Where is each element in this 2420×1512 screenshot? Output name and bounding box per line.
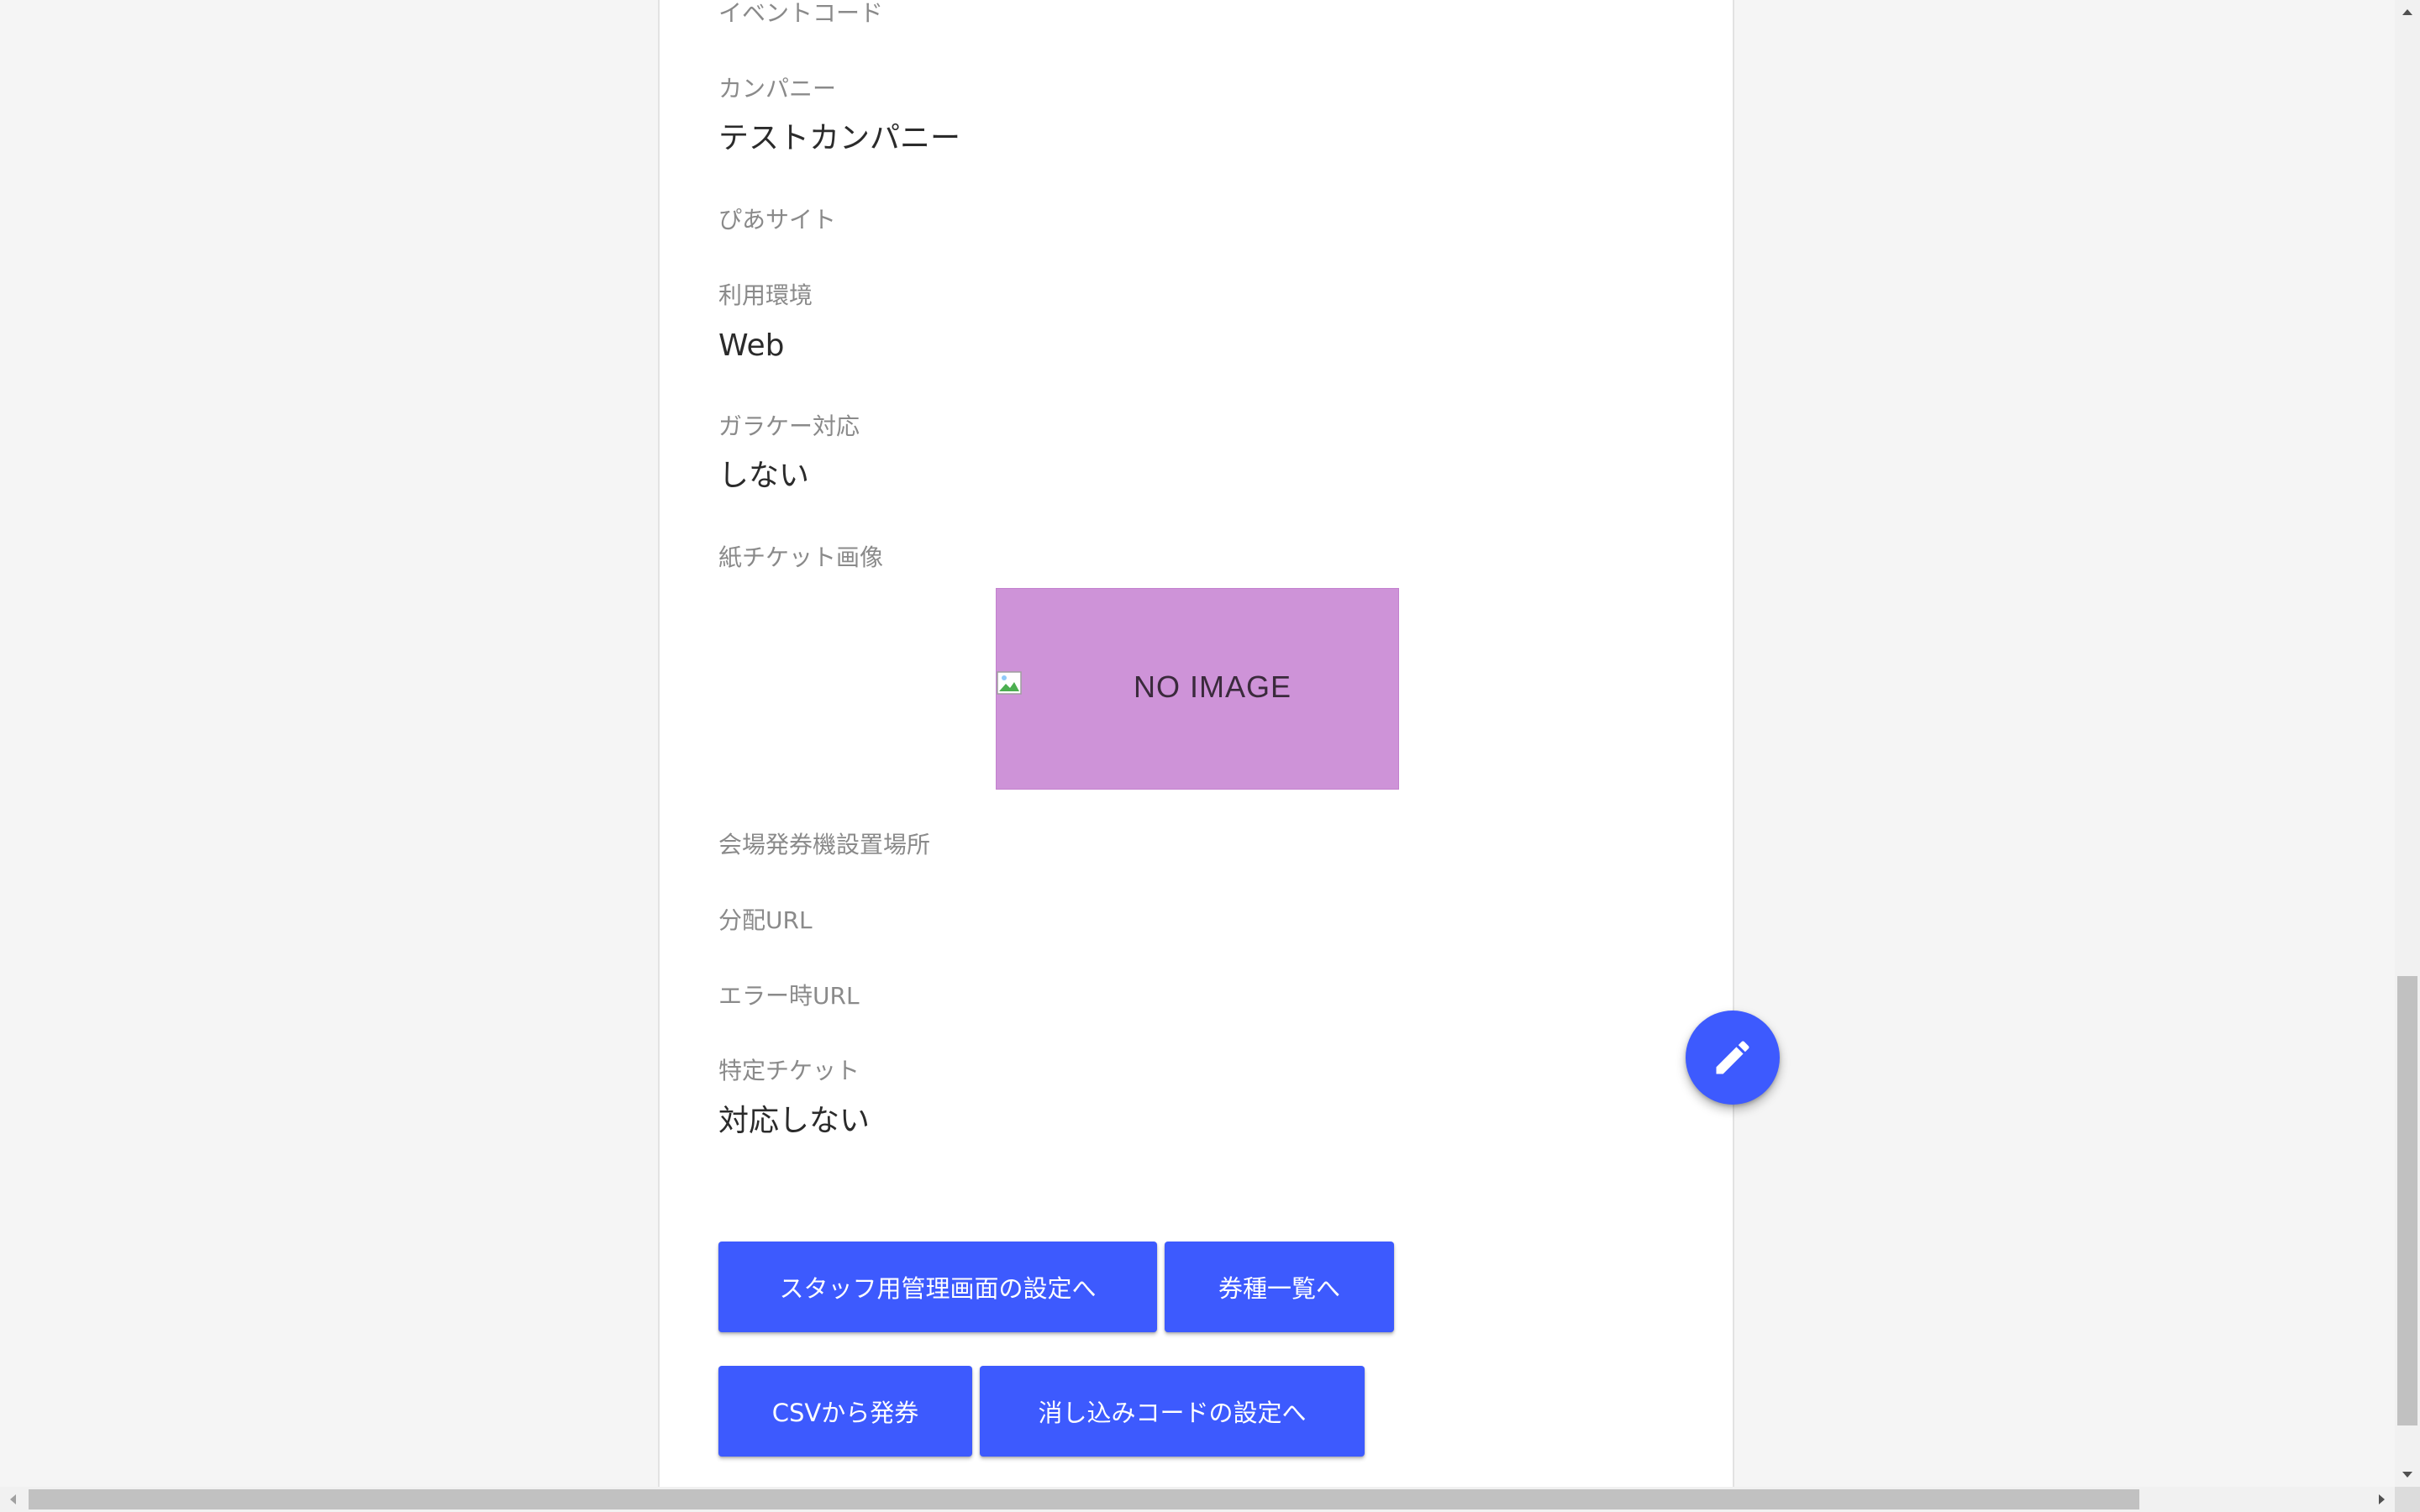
pencil-icon <box>1716 1041 1749 1074</box>
staff-admin-settings-button[interactable]: スタッフ用管理画面の設定へ <box>718 1242 1157 1332</box>
field-label-error-url: エラー時URL <box>718 982 860 1010</box>
field-label-specific-ticket: 特定チケット <box>718 1057 860 1084</box>
horizontal-scrollbar-thumb[interactable] <box>29 1489 2139 1509</box>
field-label-feature-phone: ガラケー対応 <box>718 412 860 440</box>
redemption-code-settings-button[interactable]: 消し込みコードの設定へ <box>980 1366 1365 1457</box>
scroll-down-arrow-icon[interactable] <box>2395 1463 2420 1487</box>
field-value-specific-ticket: 対応しない <box>718 1104 871 1138</box>
edit-fab-button[interactable] <box>1686 1011 1780 1105</box>
field-label-company: カンパニー <box>718 75 837 102</box>
field-label-pia-site: ぴあサイト <box>718 206 837 234</box>
field-label-paper-ticket-image: 紙チケット画像 <box>718 543 884 571</box>
ticket-type-list-button[interactable]: 券種一覧へ <box>1165 1242 1394 1332</box>
issue-from-csv-button[interactable]: CSVから発券 <box>718 1366 972 1457</box>
field-label-distribution-url: 分配URL <box>718 906 813 934</box>
field-value-environment: Web <box>718 328 785 363</box>
field-label-venue-kiosk-location: 会場発券機設置場所 <box>718 831 931 858</box>
vertical-scrollbar-thumb[interactable] <box>2397 976 2417 1425</box>
field-label-environment: 利用環境 <box>718 281 813 309</box>
page-viewport: イベントコード カンパニー テストカンパニー ぴあサイト 利用環境 Web ガラ… <box>0 0 2395 1487</box>
field-label-event-code: イベントコード <box>718 0 884 27</box>
scrollbar-corner <box>2395 1487 2420 1512</box>
scroll-up-arrow-icon[interactable] <box>2395 0 2420 24</box>
scroll-left-arrow-icon[interactable] <box>0 1487 25 1512</box>
event-detail-card: イベントコード カンパニー テストカンパニー ぴあサイト 利用環境 Web ガラ… <box>658 0 1734 1487</box>
horizontal-scrollbar[interactable] <box>0 1487 2395 1512</box>
vertical-scrollbar[interactable] <box>2395 0 2420 1487</box>
scroll-right-arrow-icon[interactable] <box>2370 1487 2395 1512</box>
field-value-company: テストカンパニー <box>718 121 961 155</box>
no-image-text: NO IMAGE <box>1133 669 1292 704</box>
paper-ticket-image: NO IMAGE <box>996 588 1399 790</box>
field-value-feature-phone: しない <box>718 459 810 493</box>
